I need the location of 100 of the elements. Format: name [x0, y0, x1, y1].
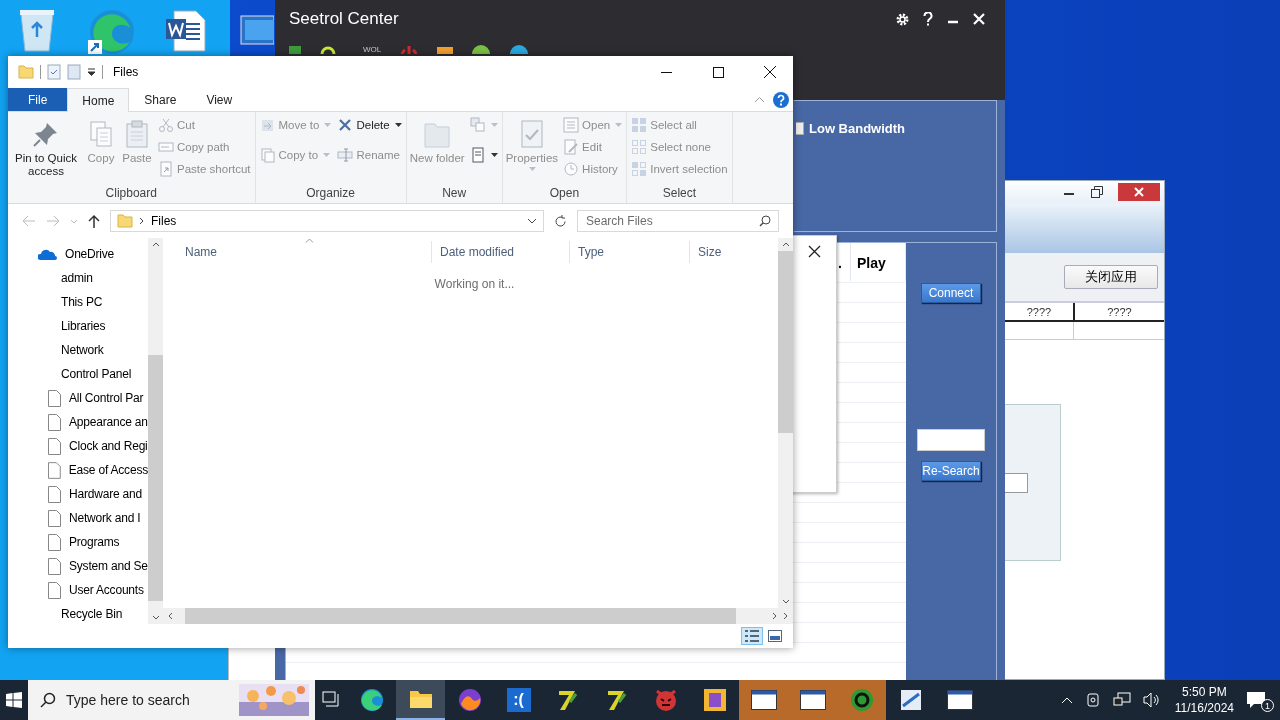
- installer-icon[interactable]: [898, 688, 923, 712]
- nav-item[interactable]: Ease of Access: [68, 463, 148, 477]
- close-app-button[interactable]: 关闭应用: [1064, 265, 1158, 289]
- nav-item[interactable]: Appearance an: [69, 415, 148, 429]
- page-icon: [48, 389, 61, 407]
- scrollbar[interactable]: [778, 238, 793, 608]
- column-header[interactable]: Play: [851, 243, 906, 281]
- restore-icon[interactable]: [1090, 185, 1104, 199]
- help-icon[interactable]: [923, 12, 933, 26]
- window-icon[interactable]: [750, 690, 777, 710]
- column-header[interactable]: Type: [570, 241, 690, 263]
- re-search-button[interactable]: Re-Search: [921, 461, 981, 481]
- power-icon[interactable]: [399, 45, 420, 54]
- dropdown-icon[interactable]: [87, 68, 96, 76]
- nav-item[interactable]: Network: [61, 343, 104, 357]
- scroll-up-icon[interactable]: [781, 242, 790, 247]
- globe-icon[interactable]: [457, 688, 482, 712]
- collapse-icon[interactable]: [754, 96, 765, 103]
- network-icon[interactable]: [1112, 692, 1131, 708]
- circle-logo-icon[interactable]: [849, 688, 874, 712]
- close-icon[interactable]: [808, 245, 821, 258]
- ribbon-button[interactable]: Pin to Quick access: [10, 116, 82, 186]
- windows-start-icon[interactable]: [6, 692, 22, 708]
- tool-icon[interactable]: [437, 45, 454, 54]
- input-field[interactable]: [1005, 472, 1028, 493]
- document-icon: [469, 147, 486, 163]
- clock-date[interactable]: 11/16/2024: [1174, 700, 1234, 716]
- nav-item[interactable]: User Accounts: [69, 583, 144, 597]
- tool-icon[interactable]: [471, 45, 492, 54]
- edge-icon[interactable]: [86, 8, 136, 56]
- page-icon: [48, 581, 61, 599]
- window-title: Seetrol Center: [289, 9, 400, 29]
- scroll-up-icon[interactable]: [151, 242, 160, 247]
- toolbar-label[interactable]: WOL: [363, 45, 382, 54]
- column-header[interactable]: ????: [1075, 303, 1164, 320]
- ribbon-tab[interactable]: Home: [67, 88, 130, 112]
- ribbon-button[interactable]: Delete: [335, 116, 404, 134]
- nav-item[interactable]: Control Panel: [61, 367, 132, 381]
- nav-item[interactable]: Recycle Bin: [61, 607, 123, 621]
- chevron-up-icon[interactable]: [1060, 696, 1073, 704]
- devil-icon[interactable]: [653, 688, 678, 712]
- close-button[interactable]: [1118, 183, 1160, 201]
- search-icon[interactable]: [759, 215, 771, 227]
- device-icon[interactable]: [1084, 692, 1101, 708]
- window-icon[interactable]: [946, 690, 973, 710]
- address-bar[interactable]: Files: [110, 210, 544, 232]
- file-menu-button[interactable]: File: [8, 88, 68, 111]
- nav-item[interactable]: This PC: [61, 295, 103, 309]
- settings-icon[interactable]: [896, 12, 909, 26]
- checked-document-icon[interactable]: [47, 64, 61, 80]
- scrollbar[interactable]: [148, 238, 163, 624]
- nav-item[interactable]: Libraries: [61, 319, 106, 333]
- browser-icon[interactable]: [359, 688, 384, 712]
- chevron-down-icon[interactable]: [527, 218, 537, 224]
- window-icon[interactable]: [799, 690, 826, 710]
- nav-item[interactable]: Network and I: [69, 511, 141, 525]
- search-icon[interactable]: [40, 692, 56, 708]
- nav-item[interactable]: admin: [61, 271, 93, 285]
- page-icon: [48, 485, 61, 503]
- close-icon[interactable]: [764, 66, 776, 78]
- speaker-icon[interactable]: [1142, 692, 1161, 708]
- recycle-bin-icon[interactable]: [18, 8, 56, 52]
- scrollbar[interactable]: [163, 608, 793, 624]
- clock-time[interactable]: 5:50 PM: [1182, 684, 1227, 700]
- page-icon: [48, 557, 61, 575]
- taskbar-app-button[interactable]: [396, 680, 445, 720]
- grid-icon: [631, 117, 648, 133]
- nav-item[interactable]: All Control Par: [69, 391, 144, 405]
- column-header[interactable]: Size: [690, 241, 770, 263]
- up-arrow-icon[interactable]: [88, 214, 100, 228]
- scroll-down-icon[interactable]: [151, 615, 160, 620]
- folder-icon[interactable]: [408, 689, 433, 709]
- grid-icon: [631, 161, 648, 177]
- chevron-right-icon[interactable]: [139, 217, 145, 225]
- minimize-icon[interactable]: [660, 71, 672, 73]
- checkbox[interactable]: Low Bandwidth: [796, 121, 996, 136]
- stack-icon: [469, 117, 486, 133]
- nav-item[interactable]: Hardware and: [69, 487, 142, 501]
- input-field[interactable]: [917, 429, 985, 451]
- column-header[interactable]: Date modified: [432, 241, 570, 263]
- app-icon[interactable]: [702, 688, 727, 712]
- tool-icon[interactable]: [509, 45, 530, 54]
- nav-item[interactable]: System and Se: [69, 559, 148, 573]
- word-document-icon[interactable]: [164, 10, 206, 52]
- task-view-icon[interactable]: [321, 691, 341, 709]
- path-icon: [158, 139, 174, 155]
- refresh-icon[interactable]: [554, 214, 567, 228]
- nav-item[interactable]: Programs: [69, 535, 120, 549]
- taskbar-app-button[interactable]: [739, 680, 788, 720]
- scroll-left-icon[interactable]: [168, 612, 173, 620]
- column-header[interactable]: Name: [177, 241, 432, 263]
- notification-icon[interactable]: [1246, 691, 1266, 709]
- nav-item[interactable]: OneDrive: [65, 247, 115, 261]
- maximize-icon[interactable]: [712, 66, 724, 78]
- search-field[interactable]: Search Files: [577, 210, 779, 232]
- connect-button[interactable]: Connect: [921, 283, 981, 303]
- tool-icon[interactable]: [289, 45, 301, 54]
- scroll-down-icon[interactable]: [781, 599, 790, 604]
- taskbar-app-button[interactable]: :(: [494, 680, 543, 720]
- nav-item[interactable]: Clock and Regi: [69, 439, 148, 453]
